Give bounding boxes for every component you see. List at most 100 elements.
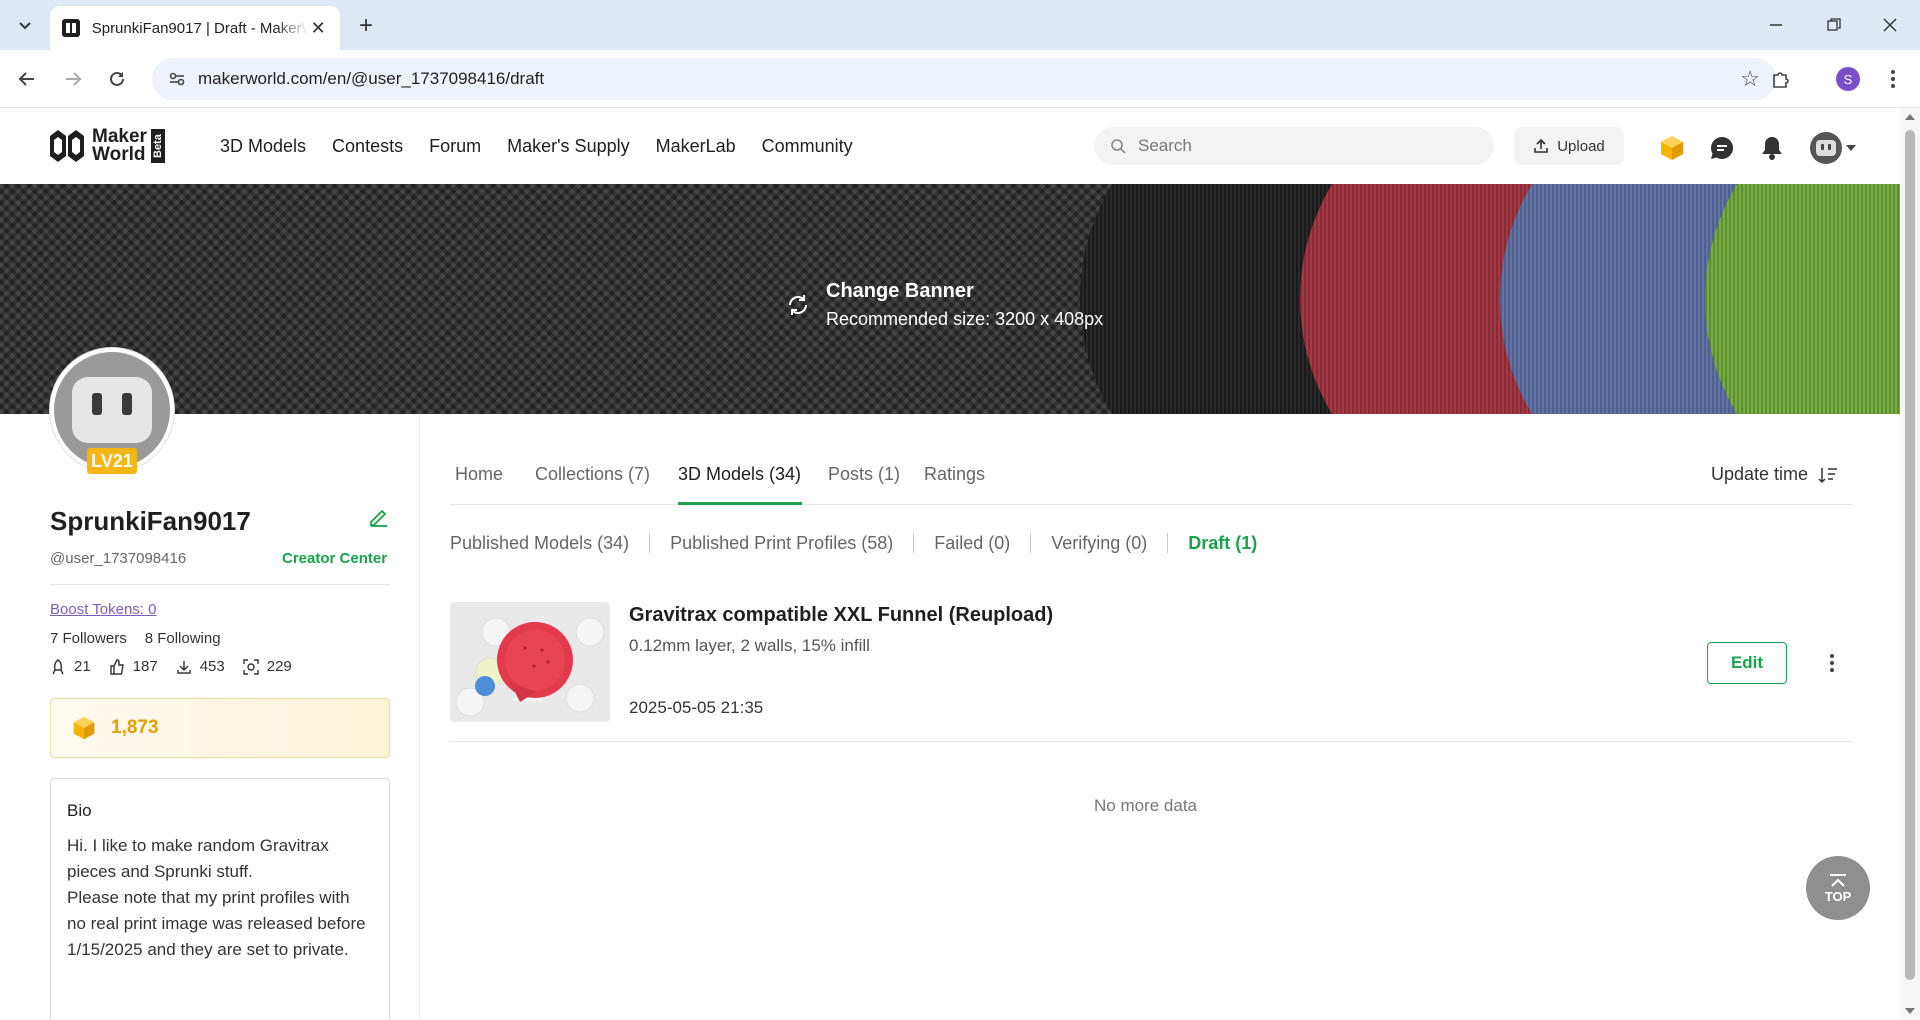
sort-label: Update time [1711, 464, 1809, 484]
browser-menu-button[interactable] [1878, 64, 1908, 94]
more-options-button[interactable] [1820, 650, 1844, 676]
site-header: Maker World Beta 3D Models Contests Foru… [0, 108, 1900, 184]
browser-tab-active[interactable]: SprunkiFan9017 | Draft - MakerWorld ✕ [50, 6, 340, 50]
back-to-top-button[interactable]: TOP [1806, 856, 1870, 920]
subtab-draft[interactable]: Draft (1) [1188, 533, 1257, 554]
nav-forum[interactable]: Forum [429, 136, 481, 157]
refresh-icon [789, 295, 807, 315]
bio-card: Bio Hi. I like to make random Gravitrax … [50, 778, 390, 1020]
nav-community[interactable]: Community [762, 136, 853, 157]
scroll-down-arrow-icon[interactable] [1905, 1008, 1915, 1014]
draft-title[interactable]: Gravitrax compatible XXL Funnel (Reuploa… [629, 604, 1053, 627]
creator-center-link[interactable]: Creator Center [282, 550, 387, 567]
bio-heading: Bio [67, 801, 92, 820]
puzzle-icon [1773, 72, 1789, 88]
chat-bubble-icon [1711, 136, 1734, 159]
restore-button[interactable] [1806, 0, 1862, 50]
notifications-button[interactable] [1758, 134, 1786, 162]
divider [1167, 533, 1169, 553]
divider [913, 533, 915, 553]
avatar [1810, 132, 1842, 164]
back-button[interactable] [12, 64, 42, 94]
sort-dropdown[interactable]: Update time [1711, 464, 1838, 485]
draft-thumbnail[interactable] [450, 602, 610, 722]
top-label: TOP [1824, 888, 1852, 904]
scroll-up-arrow-icon[interactable] [1905, 114, 1915, 120]
draft-date: 2025-05-05 21:35 [629, 698, 764, 717]
download-icon [177, 660, 191, 674]
tab-3d-models[interactable]: 3D Models (34) [678, 464, 801, 485]
nav-3d-models[interactable]: 3D Models [220, 136, 306, 157]
banner-spool-green [1705, 184, 1900, 414]
forward-button[interactable] [58, 64, 88, 94]
messages-button[interactable] [1708, 134, 1736, 162]
search-placeholder: Search [1138, 136, 1192, 155]
bell-icon [1762, 137, 1782, 160]
points-value: 1,873 [111, 717, 159, 738]
url-text: makerworld.com/en/@user_1737098416/draft [198, 69, 545, 88]
tab-title: SprunkiFan9017 | Draft - MakerWorld [91, 19, 309, 37]
arrow-right-icon [66, 72, 82, 86]
subtab-verifying[interactable]: Verifying (0) [1051, 533, 1147, 554]
caret-down-icon [1846, 145, 1856, 151]
scrollbar-thumb[interactable] [1905, 130, 1915, 980]
extensions-button[interactable] [1766, 64, 1796, 94]
search-input[interactable]: Search [1094, 127, 1494, 165]
page-scrollbar[interactable] [1900, 108, 1920, 1020]
edit-profile-button[interactable] [368, 506, 392, 530]
close-window-button[interactable] [1862, 0, 1918, 50]
close-tab-icon[interactable]: ✕ [308, 18, 328, 38]
no-more-data-text: No more data [1094, 796, 1197, 815]
divider [1030, 533, 1032, 553]
profile-username: SprunkiFan9017 [50, 506, 251, 536]
subtab-published-print-profiles[interactable]: Published Print Profiles (58) [670, 533, 893, 554]
site-info-icon[interactable] [166, 68, 188, 90]
new-tab-button[interactable]: + [352, 12, 380, 40]
following-link[interactable]: 8 Following [145, 630, 221, 647]
subtab-published-models[interactable]: Published Models (34) [450, 533, 629, 554]
likes-count: 187 [132, 658, 158, 675]
reload-button[interactable] [102, 64, 132, 94]
nav-makerlab[interactable]: MakerLab [656, 136, 736, 157]
chevron-down-icon [19, 22, 31, 30]
user-menu[interactable] [1810, 132, 1856, 164]
divider [50, 584, 390, 585]
restore-icon [1827, 18, 1841, 31]
close-icon [1883, 18, 1897, 32]
follow-stats: 7 Followers 8 Following [50, 630, 221, 647]
downloads-stat: 453 [176, 658, 225, 675]
makerworld-logo[interactable]: Maker World Beta [48, 127, 165, 164]
tab-collections[interactable]: Collections (7) [535, 464, 650, 485]
tab-home[interactable]: Home [455, 464, 503, 485]
browser-profile-avatar[interactable]: S [1836, 67, 1860, 91]
tab-list-button[interactable] [10, 11, 40, 39]
tab-ratings[interactable]: Ratings [924, 464, 985, 485]
upload-label: Upload [1557, 137, 1605, 155]
boost-tokens-link[interactable]: Boost Tokens: 0 [50, 601, 156, 618]
address-bar[interactable]: makerworld.com/en/@user_1737098416/draft… [152, 58, 1776, 100]
makerworld-logo-icon [50, 130, 84, 162]
points-card[interactable]: 1,873 [50, 698, 390, 758]
robot-avatar-icon [72, 377, 152, 443]
downloads-count: 453 [199, 658, 225, 675]
bookmark-star-icon[interactable]: ☆ [1740, 66, 1760, 92]
thumbs-up-icon [109, 658, 124, 675]
upload-icon [1534, 138, 1549, 153]
likes-stat: 187 [109, 658, 158, 675]
upload-button[interactable]: Upload [1514, 127, 1624, 165]
change-banner-button[interactable]: Change Banner Recommended size: 3200 x 4… [784, 280, 1103, 330]
change-banner-label: Change Banner [826, 280, 974, 302]
points-button[interactable] [1658, 134, 1686, 162]
nav-contests[interactable]: Contests [332, 136, 403, 157]
prints-count: 229 [266, 658, 292, 675]
minimize-button[interactable] [1748, 0, 1804, 50]
nav-makers-supply[interactable]: Maker's Supply [507, 136, 629, 157]
boosts-count: 21 [74, 658, 91, 675]
edit-button[interactable]: Edit [1707, 642, 1787, 684]
followers-link[interactable]: 7 Followers [50, 630, 127, 647]
makerworld-favicon-icon [62, 19, 80, 37]
level-badge: LV21 [87, 448, 137, 474]
subtab-failed[interactable]: Failed (0) [934, 533, 1010, 554]
profile-banner[interactable]: Change Banner Recommended size: 3200 x 4… [0, 184, 1900, 414]
tab-posts[interactable]: Posts (1) [828, 464, 900, 485]
